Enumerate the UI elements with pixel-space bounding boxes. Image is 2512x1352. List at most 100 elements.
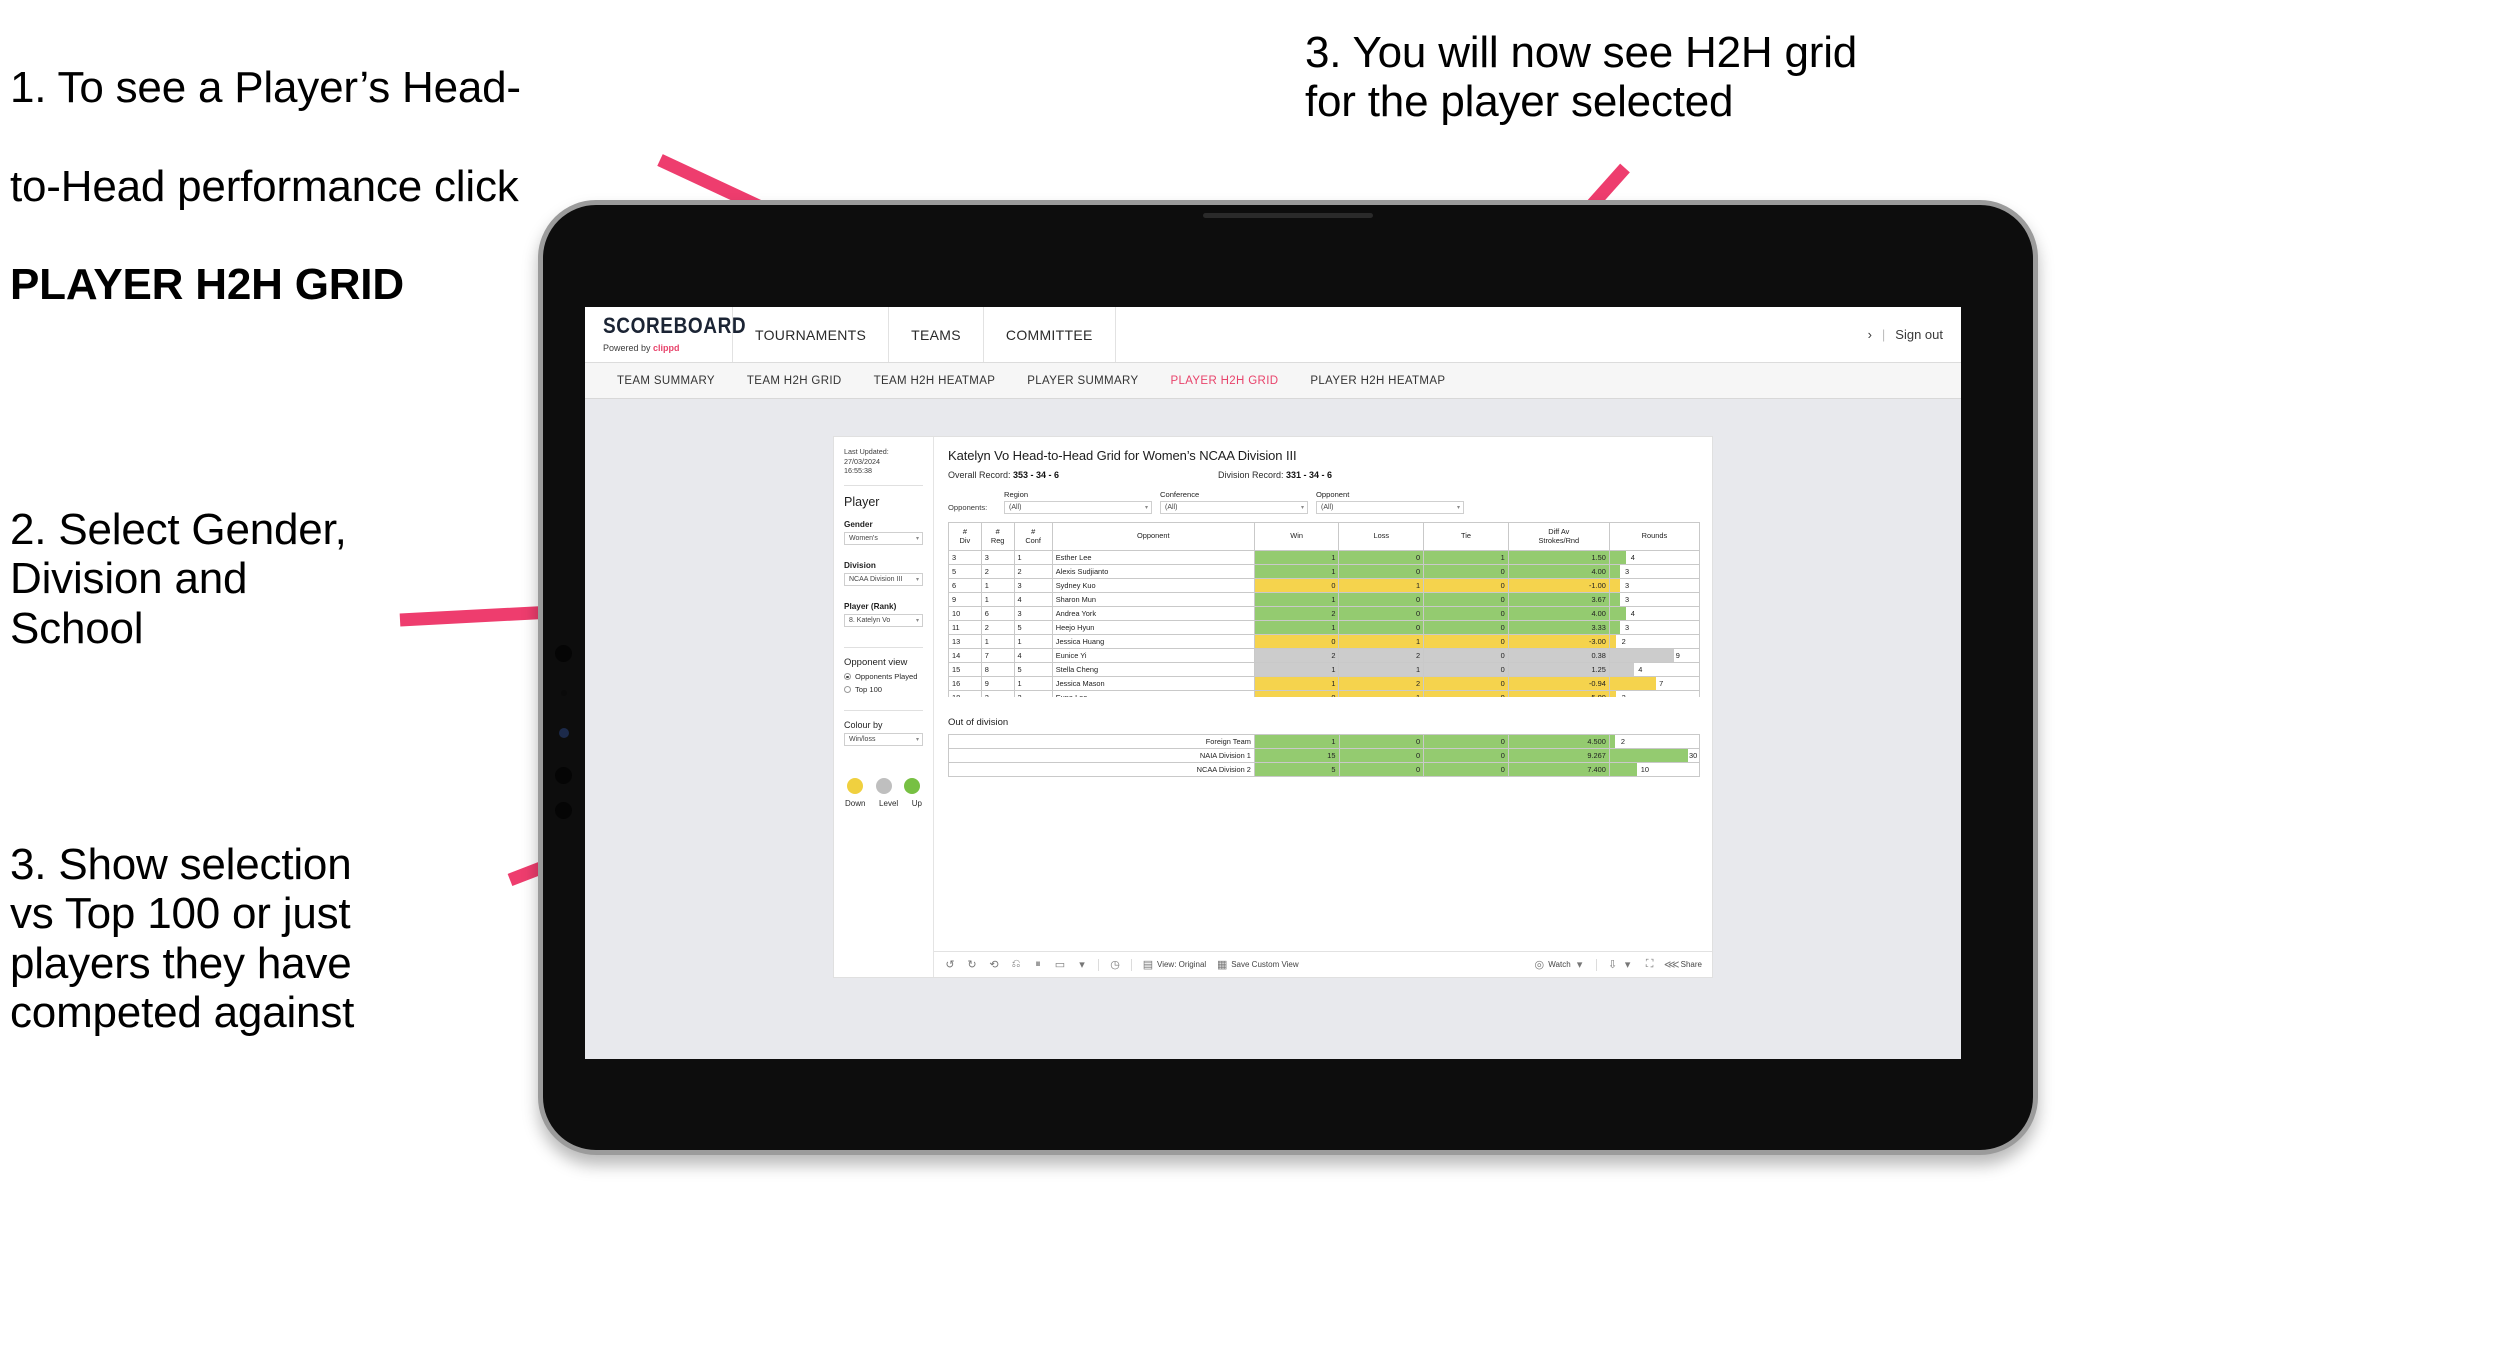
filter-region-value: (All) <box>1009 504 1022 511</box>
annotation-1-bold: PLAYER H2H GRID <box>10 260 404 310</box>
app-logo[interactable]: SCOREBOARD Powered by clippd <box>585 307 746 362</box>
watch-button[interactable]: ◎ Watch ▾ <box>1533 959 1585 971</box>
cell-div: 11 <box>948 620 982 635</box>
cell-ood-tie: 0 <box>1423 762 1509 777</box>
column-header-1[interactable]: # Reg <box>980 522 1015 551</box>
table-row[interactable]: 1822Euna Lee010-5.002 <box>948 690 1700 697</box>
cell-div: 16 <box>948 676 982 691</box>
toolbar-divider <box>1098 958 1099 971</box>
device-camera2-icon <box>555 767 572 784</box>
download-button[interactable]: ⇩ ▾ <box>1607 959 1634 971</box>
cell-tie: 0 <box>1423 690 1509 697</box>
table-row[interactable]: 13 1 1 Jessica Huang 0 1 0 -3.00 2 <box>948 634 1700 649</box>
table-row[interactable]: 9 1 4 Sharon Mun 1 0 0 3.67 3 <box>948 592 1700 607</box>
column-header-2[interactable]: # Conf <box>1013 522 1053 551</box>
undo-icon[interactable]: ↺ <box>944 959 956 971</box>
legend-label-down: Down <box>845 799 866 809</box>
filter-opponent-value: (All) <box>1321 504 1334 511</box>
tab-team-h2h-grid[interactable]: TEAM H2H GRID <box>731 363 858 399</box>
refresh-icon[interactable]: ⎌ <box>1010 958 1022 971</box>
radio-opponents-played[interactable]: Opponents Played <box>844 672 923 681</box>
tab-player-h2h-grid[interactable]: PLAYER H2H GRID <box>1154 363 1294 399</box>
sign-out-link[interactable]: Sign out <box>1895 327 1943 342</box>
cell-tie: 0 <box>1423 676 1509 691</box>
revert-icon[interactable]: ⟲ <box>988 959 1000 971</box>
table-row[interactable]: 3 3 1 Esther Lee 1 0 1 1.50 4 <box>948 550 1700 565</box>
pause-icon[interactable]: ⏸ <box>1032 958 1044 971</box>
out-of-division-row[interactable]: Foreign Team 1 0 0 4.500 2 <box>948 734 1701 749</box>
colour-by-select[interactable]: Win/loss ▾ <box>844 733 923 747</box>
tab-player-summary[interactable]: PLAYER SUMMARY <box>1011 363 1154 399</box>
cell-rounds: 7 <box>1608 676 1700 691</box>
h2h-table-scroll-region[interactable]: # Div # Reg # Conf Opponent Win Loss Tie Diff Av St… <box>948 522 1700 697</box>
tablet-device-frame: SCOREBOARD Powered by clippd TOURNAMENTS… <box>538 200 2038 1155</box>
last-updated-time: 16:55:38 <box>844 466 872 476</box>
table-row[interactable]: 10 6 3 Andrea York 2 0 0 4.00 4 <box>948 606 1700 621</box>
cell-loss: 1 <box>1338 578 1425 593</box>
cell-div: 3 <box>948 550 982 565</box>
fullscreen-icon[interactable]: ⛶ <box>1644 958 1656 971</box>
view-original-button[interactable]: ▤ View: Original <box>1142 959 1206 971</box>
cell-conf: 1 <box>1013 676 1053 691</box>
cell-conf: 4 <box>1013 648 1053 663</box>
cell-ood-label: NCAA Division 2 <box>948 762 1255 777</box>
legend-swatch-up <box>904 778 920 795</box>
table-body: 3 3 1 Esther Lee 1 0 1 1.50 4 5 2 2 Alexis Sudjianto… <box>948 550 1700 697</box>
table-row[interactable]: 16 9 1 Jessica Mason 1 2 0 -0.94 7 <box>948 676 1700 691</box>
save-custom-view-button[interactable]: ▦ Save Custom View <box>1216 959 1299 971</box>
cell-loss: 2 <box>1338 676 1425 691</box>
gender-value: Women's <box>849 535 878 543</box>
column-header-6[interactable]: Tie <box>1423 522 1509 551</box>
out-of-division-row[interactable]: NAIA Division 1 15 0 0 9.267 30 <box>948 748 1701 763</box>
tab-team-summary[interactable]: TEAM SUMMARY <box>601 363 731 399</box>
tab-player-h2h-heatmap[interactable]: PLAYER H2H HEATMAP <box>1294 363 1461 399</box>
chevron-down-icon[interactable]: ▾ <box>1076 959 1088 971</box>
account-chevron-icon[interactable]: › <box>1868 327 1872 342</box>
tab-team-h2h-heatmap[interactable]: TEAM H2H HEATMAP <box>858 363 1012 399</box>
column-header-5[interactable]: Loss <box>1338 522 1425 551</box>
column-header-3[interactable]: Opponent <box>1051 522 1255 551</box>
table-row[interactable]: 14 7 4 Eunice Yi 2 2 0 0.38 9 <box>948 648 1700 663</box>
chevron-down-icon: ▾ <box>1456 505 1460 511</box>
chevron-down-icon: ▾ <box>1624 959 1631 971</box>
radio-unselected-icon <box>844 686 851 694</box>
legend-label-level: Level <box>879 799 899 809</box>
table-row[interactable]: 5 2 2 Alexis Sudjianto 1 0 0 4.00 3 <box>948 564 1700 579</box>
filter-conference-select[interactable]: (All) ▾ <box>1160 501 1308 514</box>
column-header-4[interactable]: Win <box>1253 522 1340 551</box>
cell-ood-loss: 0 <box>1338 734 1425 749</box>
nav-item-tournaments[interactable]: TOURNAMENTS <box>733 307 890 362</box>
cell-reg: 1 <box>980 634 1015 649</box>
cell-reg: 1 <box>980 592 1015 607</box>
nav-item-committee[interactable]: COMMITTEE <box>984 307 1116 362</box>
nav-item-teams[interactable]: TEAMS <box>889 307 984 362</box>
division-label: Division <box>844 561 876 571</box>
clock-icon[interactable]: ◷ <box>1109 959 1121 971</box>
filter-opponent-select[interactable]: (All) ▾ <box>1316 501 1464 514</box>
cell-tie: 0 <box>1423 592 1509 607</box>
gender-select[interactable]: Women's ▾ <box>844 532 923 546</box>
column-header-8[interactable]: Rounds <box>1608 522 1700 551</box>
table-row[interactable]: 11 2 5 Heejo Hyun 1 0 0 3.33 3 <box>948 620 1700 635</box>
highlight-icon[interactable]: ▭ <box>1054 959 1066 971</box>
division-select[interactable]: NCAA Division III ▾ <box>844 573 923 587</box>
out-of-division-row[interactable]: NCAA Division 2 5 0 0 7.400 10 <box>948 762 1701 777</box>
view-icon: ▤ <box>1142 959 1154 971</box>
opponent-view-heading: Opponent view <box>844 657 908 669</box>
column-header-0[interactable]: # Div <box>948 522 982 551</box>
redo-icon[interactable]: ↻ <box>966 959 978 971</box>
share-button[interactable]: ⋘ Share <box>1664 959 1702 971</box>
cell-div: 14 <box>948 648 982 663</box>
radio-top-100[interactable]: Top 100 <box>844 685 923 694</box>
last-updated-date: Last Updated: 27/03/2024 <box>844 447 889 466</box>
table-row[interactable]: 6 1 3 Sydney Kuo 0 1 0 -1.00 3 <box>948 578 1700 593</box>
table-row[interactable]: 15 8 5 Stella Cheng 1 1 0 1.25 4 <box>948 662 1700 677</box>
overall-record-label: Overall Record: <box>948 470 1014 480</box>
cell-win: 0 <box>1253 634 1340 649</box>
viz-canvas: Last Updated: 27/03/2024 16:55:38 Player… <box>585 399 1961 1059</box>
cell-div: 6 <box>948 578 982 593</box>
player-rank-select[interactable]: 8. Katelyn Vo ▾ <box>844 614 923 628</box>
filter-region-select[interactable]: (All) ▾ <box>1004 501 1152 514</box>
cell-loss: 0 <box>1338 564 1425 579</box>
column-header-7[interactable]: Diff Av Strokes/Rnd <box>1507 522 1610 551</box>
